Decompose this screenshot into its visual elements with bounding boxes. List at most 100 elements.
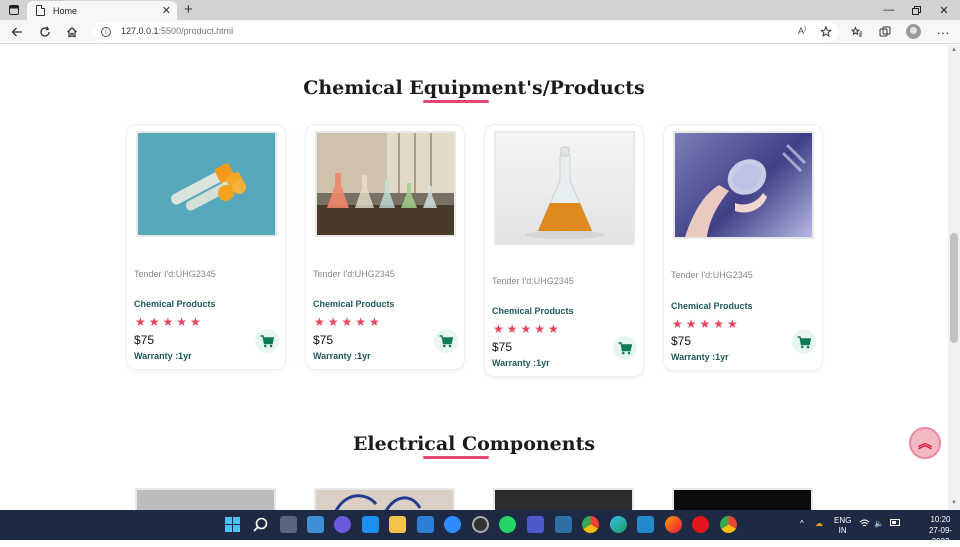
url-path: :5500/product.html <box>158 26 234 36</box>
section-title-chemical: Chemical Equipment's/Products <box>303 77 645 99</box>
product-card[interactable]: Tender I'd:UHG2345 Chemical Products ★★★… <box>126 124 286 370</box>
product-image[interactable] <box>314 488 455 510</box>
tender-id: Tender I'd:UHG2345 <box>134 269 216 279</box>
rating-stars: ★★★★★ <box>672 317 741 331</box>
cart-icon <box>260 334 274 347</box>
volume-icon[interactable]: 🔈 <box>874 519 884 528</box>
refresh-icon[interactable] <box>36 23 54 41</box>
zoom-icon[interactable] <box>444 516 461 533</box>
chat-icon[interactable] <box>334 516 351 533</box>
edge-icon[interactable] <box>610 516 627 533</box>
teams-icon[interactable] <box>527 516 544 533</box>
product-warranty: Warranty :1yr <box>134 351 192 361</box>
scroll-thumb[interactable] <box>950 233 958 343</box>
test-tubes-icon[interactable] <box>136 131 277 237</box>
product-image[interactable] <box>493 488 634 510</box>
add-favorite-icon[interactable] <box>820 25 832 43</box>
taskbar: ^ ☁ ENG IN 🔈 10:20 27-09-2022 <box>0 510 960 546</box>
petri-dish-icon[interactable] <box>673 131 814 239</box>
product-card[interactable]: Tender I'd:UHG2345 Chemical Products ★★★… <box>663 124 823 371</box>
battery-icon[interactable] <box>890 519 901 528</box>
close-window-icon[interactable]: ✕ <box>935 0 953 20</box>
chrome-icon[interactable] <box>582 516 599 533</box>
system-clock[interactable]: 10:20 27-09-2022 <box>921 514 960 547</box>
product-warranty: Warranty :1yr <box>492 358 550 368</box>
double-chevron-up-icon: ︽ <box>918 435 932 451</box>
app-icon[interactable] <box>362 516 379 533</box>
read-aloud-icon[interactable]: A) <box>798 26 806 36</box>
product-category: Chemical Products <box>134 299 216 309</box>
windows-start-icon[interactable] <box>224 516 241 533</box>
add-to-cart-button[interactable] <box>434 329 458 353</box>
whatsapp-icon[interactable] <box>499 516 516 533</box>
product-price: $75 <box>313 333 334 347</box>
clock-time: 10:20 <box>930 515 951 524</box>
more-options-icon[interactable]: ··· <box>934 23 952 41</box>
rating-stars: ★★★★★ <box>135 315 204 329</box>
chrome-icon[interactable] <box>720 516 737 533</box>
browser-tab[interactable]: Home ✕ <box>27 1 177 20</box>
vscode-icon[interactable] <box>637 516 654 533</box>
cart-icon <box>797 335 811 348</box>
language-indicator[interactable]: ENG IN <box>834 516 851 536</box>
app-icon[interactable] <box>555 516 572 533</box>
product-category: Chemical Products <box>313 299 395 309</box>
minimize-icon[interactable]: — <box>880 0 898 20</box>
url-text: 127.0.0.1:5500/product.html <box>121 26 233 36</box>
restore-icon[interactable] <box>907 0 925 20</box>
page-icon <box>36 5 45 16</box>
section-title-electrical: Electrical Components <box>352 433 596 455</box>
address-bar: i 127.0.0.1:5500/product.html A) ··· <box>0 20 960 44</box>
back-icon[interactable] <box>8 23 26 41</box>
search-icon[interactable] <box>252 516 269 533</box>
scroll-up-icon[interactable]: ▲ <box>951 47 957 53</box>
clock-date: 27-09-2022 <box>928 526 953 546</box>
scroll-down-icon[interactable]: ▼ <box>951 500 957 506</box>
product-image[interactable] <box>135 488 276 510</box>
media-player-icon[interactable] <box>472 516 489 533</box>
tab-actions-icon[interactable] <box>5 0 23 20</box>
back-to-top-button[interactable]: ︽ <box>909 427 941 459</box>
product-price: $75 <box>134 333 155 347</box>
close-tab-icon[interactable]: ✕ <box>162 4 171 17</box>
onedrive-icon[interactable]: ☁ <box>815 519 823 528</box>
product-category: Chemical Products <box>671 301 753 311</box>
firefox-icon[interactable] <box>665 516 682 533</box>
lab-flasks-icon[interactable] <box>315 131 456 237</box>
opera-icon[interactable] <box>692 516 709 533</box>
widgets-icon[interactable] <box>307 516 324 533</box>
add-to-cart-button[interactable] <box>613 336 637 360</box>
file-explorer-icon[interactable] <box>389 516 406 533</box>
product-image[interactable] <box>672 488 813 510</box>
scrollbar[interactable]: ▲ ▼ <box>948 45 960 510</box>
collections-icon[interactable] <box>876 23 894 41</box>
add-to-cart-button[interactable] <box>792 330 816 354</box>
profile-avatar[interactable] <box>906 24 921 39</box>
add-to-cart-button[interactable] <box>255 329 279 353</box>
flask-icon[interactable] <box>494 131 635 245</box>
product-card[interactable]: Tender I'd:UHG2345 Chemical Products ★★★… <box>305 124 465 370</box>
mail-icon[interactable] <box>417 516 434 533</box>
page-content: Chemical Equipment's/Products Tender I'd… <box>0 45 948 510</box>
chevron-up-icon[interactable]: ^ <box>800 519 804 528</box>
wifi-icon[interactable] <box>859 519 870 530</box>
home-icon[interactable] <box>63 23 81 41</box>
section-underline <box>423 456 489 459</box>
favorites-icon[interactable] <box>848 23 866 41</box>
cart-icon <box>618 341 632 354</box>
rating-stars: ★★★★★ <box>314 315 383 329</box>
new-tab-icon[interactable]: + <box>184 1 193 18</box>
tender-id: Tender I'd:UHG2345 <box>671 270 753 280</box>
url-host: 127.0.0.1 <box>121 26 159 36</box>
section-underline <box>423 100 489 103</box>
product-card[interactable]: Tender I'd:UHG2345 Chemical Products ★★★… <box>484 124 644 377</box>
region: IN <box>838 526 847 535</box>
site-info-icon[interactable]: i <box>101 27 111 37</box>
tender-id: Tender I'd:UHG2345 <box>313 269 395 279</box>
url-field[interactable]: i 127.0.0.1:5500/product.html A) <box>92 22 839 42</box>
rating-stars: ★★★★★ <box>493 322 562 336</box>
task-view-icon[interactable] <box>280 516 297 533</box>
tab-title: Home <box>53 5 78 16</box>
product-price: $75 <box>492 340 513 354</box>
product-warranty: Warranty :1yr <box>313 351 371 361</box>
